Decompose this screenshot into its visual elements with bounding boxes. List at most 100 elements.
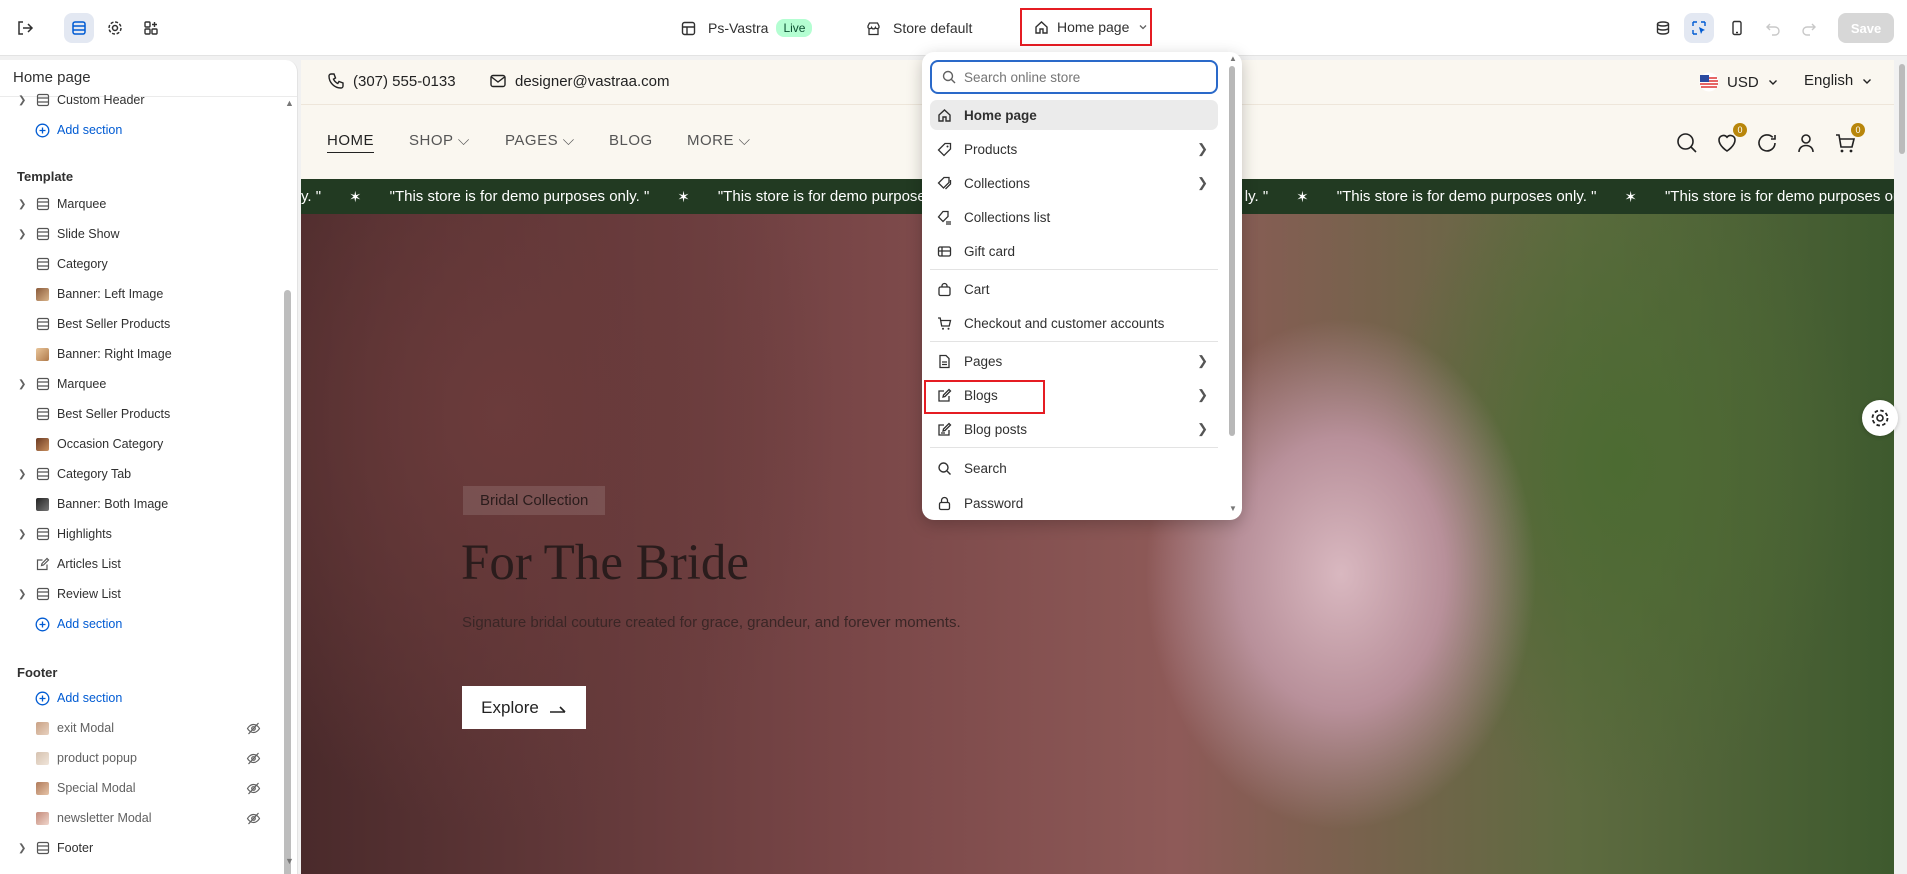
save-button[interactable]: Save: [1838, 13, 1894, 43]
store-default-label: Store default: [893, 20, 973, 36]
apps-button[interactable]: [136, 13, 166, 43]
image-thumbnail-icon: [35, 751, 50, 766]
cart-icon[interactable]: 0: [1833, 123, 1865, 155]
menu-item-collections-list[interactable]: Collections list: [930, 202, 1218, 232]
sidebar-item-occasion-category[interactable]: Occasion Category: [0, 432, 280, 456]
menu-item-home-page[interactable]: Home page: [930, 100, 1218, 130]
sidebar-item-best-seller-products-2[interactable]: Best Seller Products: [0, 402, 280, 426]
phone-contact[interactable]: (307) 555-0133: [327, 72, 456, 90]
sidebar-item-label: product popup: [57, 751, 137, 765]
explore-button-label: Explore: [481, 697, 539, 717]
chevron-right-icon: ❯: [1197, 141, 1208, 156]
sections-icon: [72, 21, 86, 35]
menu-item-label: Home page: [964, 107, 1037, 123]
menu-item-label: Password: [964, 495, 1024, 511]
sidebar-item-category[interactable]: Category: [0, 252, 280, 276]
sidebar-item-banner-right-image[interactable]: Banner: Right Image: [0, 342, 280, 366]
menu-item-blog-posts[interactable]: Blog posts ❯: [930, 414, 1218, 444]
eye-off-icon[interactable]: [246, 781, 261, 796]
sidebar-item-best-seller-products[interactable]: Best Seller Products: [0, 312, 280, 336]
sidebar-item-special-modal[interactable]: Special Modal: [0, 776, 280, 800]
language-selector[interactable]: English: [1804, 72, 1873, 89]
currency-selector[interactable]: USD: [1699, 72, 1779, 92]
mobile-preview-button[interactable]: [1722, 13, 1752, 43]
marquee-star-icon: ✶: [677, 188, 690, 206]
eye-off-icon[interactable]: [246, 751, 261, 766]
sidebar-item-category-tab[interactable]: ❯ Category Tab: [0, 462, 280, 486]
template-add-section-button[interactable]: Add section: [0, 612, 280, 636]
footer-add-section-button[interactable]: Add section: [0, 686, 280, 710]
hero-description: Signature bridal couture created for gra…: [462, 614, 961, 631]
menu-item-label: Collections: [964, 175, 1031, 191]
dropdown-scrollbar[interactable]: [1229, 66, 1235, 436]
exit-button[interactable]: [10, 13, 40, 43]
sidebar-scrollbar[interactable]: [284, 290, 291, 874]
bag-icon: [936, 281, 952, 297]
sidebar-item-exit-modal[interactable]: exit Modal: [0, 716, 280, 740]
scroll-up-arrow-icon[interactable]: ▲: [1229, 54, 1237, 63]
menu-item-gift-card[interactable]: Gift card: [930, 236, 1218, 266]
sidebar-item-articles-list[interactable]: Articles List: [0, 552, 280, 576]
explore-button[interactable]: Explore: [462, 686, 586, 729]
sidebar-item-label: newsletter Modal: [57, 811, 152, 825]
sections-button[interactable]: [64, 13, 94, 43]
select-element-button[interactable]: [1684, 13, 1714, 43]
chevron-down-icon: ⌵: [562, 132, 575, 149]
image-thumbnail-icon: [35, 811, 50, 826]
home-icon: [936, 107, 952, 123]
nav-pages[interactable]: PAGES ⌵: [505, 132, 575, 149]
sidebar-item-marquee-2[interactable]: ❯ Marquee: [0, 372, 280, 396]
search-box[interactable]: [930, 60, 1218, 94]
sidebar-item-label: exit Modal: [57, 721, 114, 735]
compare-icon[interactable]: [1755, 131, 1779, 155]
sidebar-item-banner-left-image[interactable]: Banner: Left Image: [0, 282, 280, 306]
eye-off-icon[interactable]: [246, 721, 261, 736]
sidebar-item-review-list[interactable]: ❯ Review List: [0, 582, 280, 606]
nav-home[interactable]: HOME: [327, 132, 374, 153]
sidebar-item-banner-both-image[interactable]: Banner: Both Image: [0, 492, 280, 516]
undo-button[interactable]: [1758, 13, 1788, 43]
menu-item-password[interactable]: Password: [930, 488, 1218, 518]
sidebar-item-product-popup[interactable]: product popup: [0, 746, 280, 770]
theme-name[interactable]: Ps-Vastra Live: [681, 14, 813, 42]
account-icon[interactable]: [1794, 131, 1818, 155]
menu-item-pages[interactable]: Pages ❯: [930, 346, 1218, 376]
scroll-down-arrow-icon[interactable]: ▼: [1229, 504, 1237, 513]
eye-off-icon[interactable]: [246, 811, 261, 826]
theme-settings-button[interactable]: [100, 13, 130, 43]
menu-item-products[interactable]: Products ❯: [930, 134, 1218, 164]
menu-item-cart[interactable]: Cart: [930, 274, 1218, 304]
page-selector[interactable]: Home page: [1020, 8, 1152, 46]
search-icon[interactable]: [1675, 131, 1699, 155]
marquee-text: "This store is for demo purposes only. ": [389, 188, 650, 205]
apps-icon: [144, 21, 158, 35]
email-contact[interactable]: designer@vastraa.com: [489, 72, 669, 90]
chevron-right-icon: ❯: [18, 468, 27, 480]
nav-blog[interactable]: BLOG: [609, 132, 653, 149]
preview-scrollbar[interactable]: [1899, 64, 1905, 154]
blogs-highlight-box: [924, 380, 1045, 414]
sidebar-item-footer[interactable]: ❯ Footer: [0, 836, 280, 860]
menu-item-collections[interactable]: Collections ❯: [930, 168, 1218, 198]
sidebar-item-highlights[interactable]: ❯ Highlights: [0, 522, 280, 546]
nav-shop[interactable]: SHOP ⌵: [409, 132, 470, 149]
sidebar-item-slide-show[interactable]: ❯ Slide Show: [0, 222, 280, 246]
cart-icon: [936, 315, 952, 331]
inspector-button[interactable]: [1648, 13, 1678, 43]
wishlist-icon[interactable]: 0: [1715, 123, 1747, 155]
sidebar-item-newsletter-modal[interactable]: newsletter Modal: [0, 806, 280, 830]
search-input[interactable]: [964, 69, 1204, 85]
nav-more[interactable]: MORE ⌵: [687, 132, 751, 149]
menu-item-checkout[interactable]: Checkout and customer accounts: [930, 308, 1218, 338]
header-add-section-button[interactable]: Add section: [0, 118, 280, 142]
sidebar-item-marquee[interactable]: ❯ Marquee: [0, 192, 280, 216]
store-default-selector[interactable]: Store default: [866, 14, 972, 42]
scroll-up-arrow-icon[interactable]: ▲: [285, 98, 294, 108]
menu-item-search[interactable]: Search: [930, 453, 1218, 483]
database-icon: [1656, 21, 1670, 35]
scroll-down-arrow-icon[interactable]: ▼: [285, 856, 294, 866]
sidebar-title: Home page: [13, 69, 91, 86]
redo-button[interactable]: [1794, 13, 1824, 43]
sidebar-item-custom-header[interactable]: ❯ Custom Header: [0, 88, 280, 112]
customize-gear-button[interactable]: [1862, 400, 1898, 436]
